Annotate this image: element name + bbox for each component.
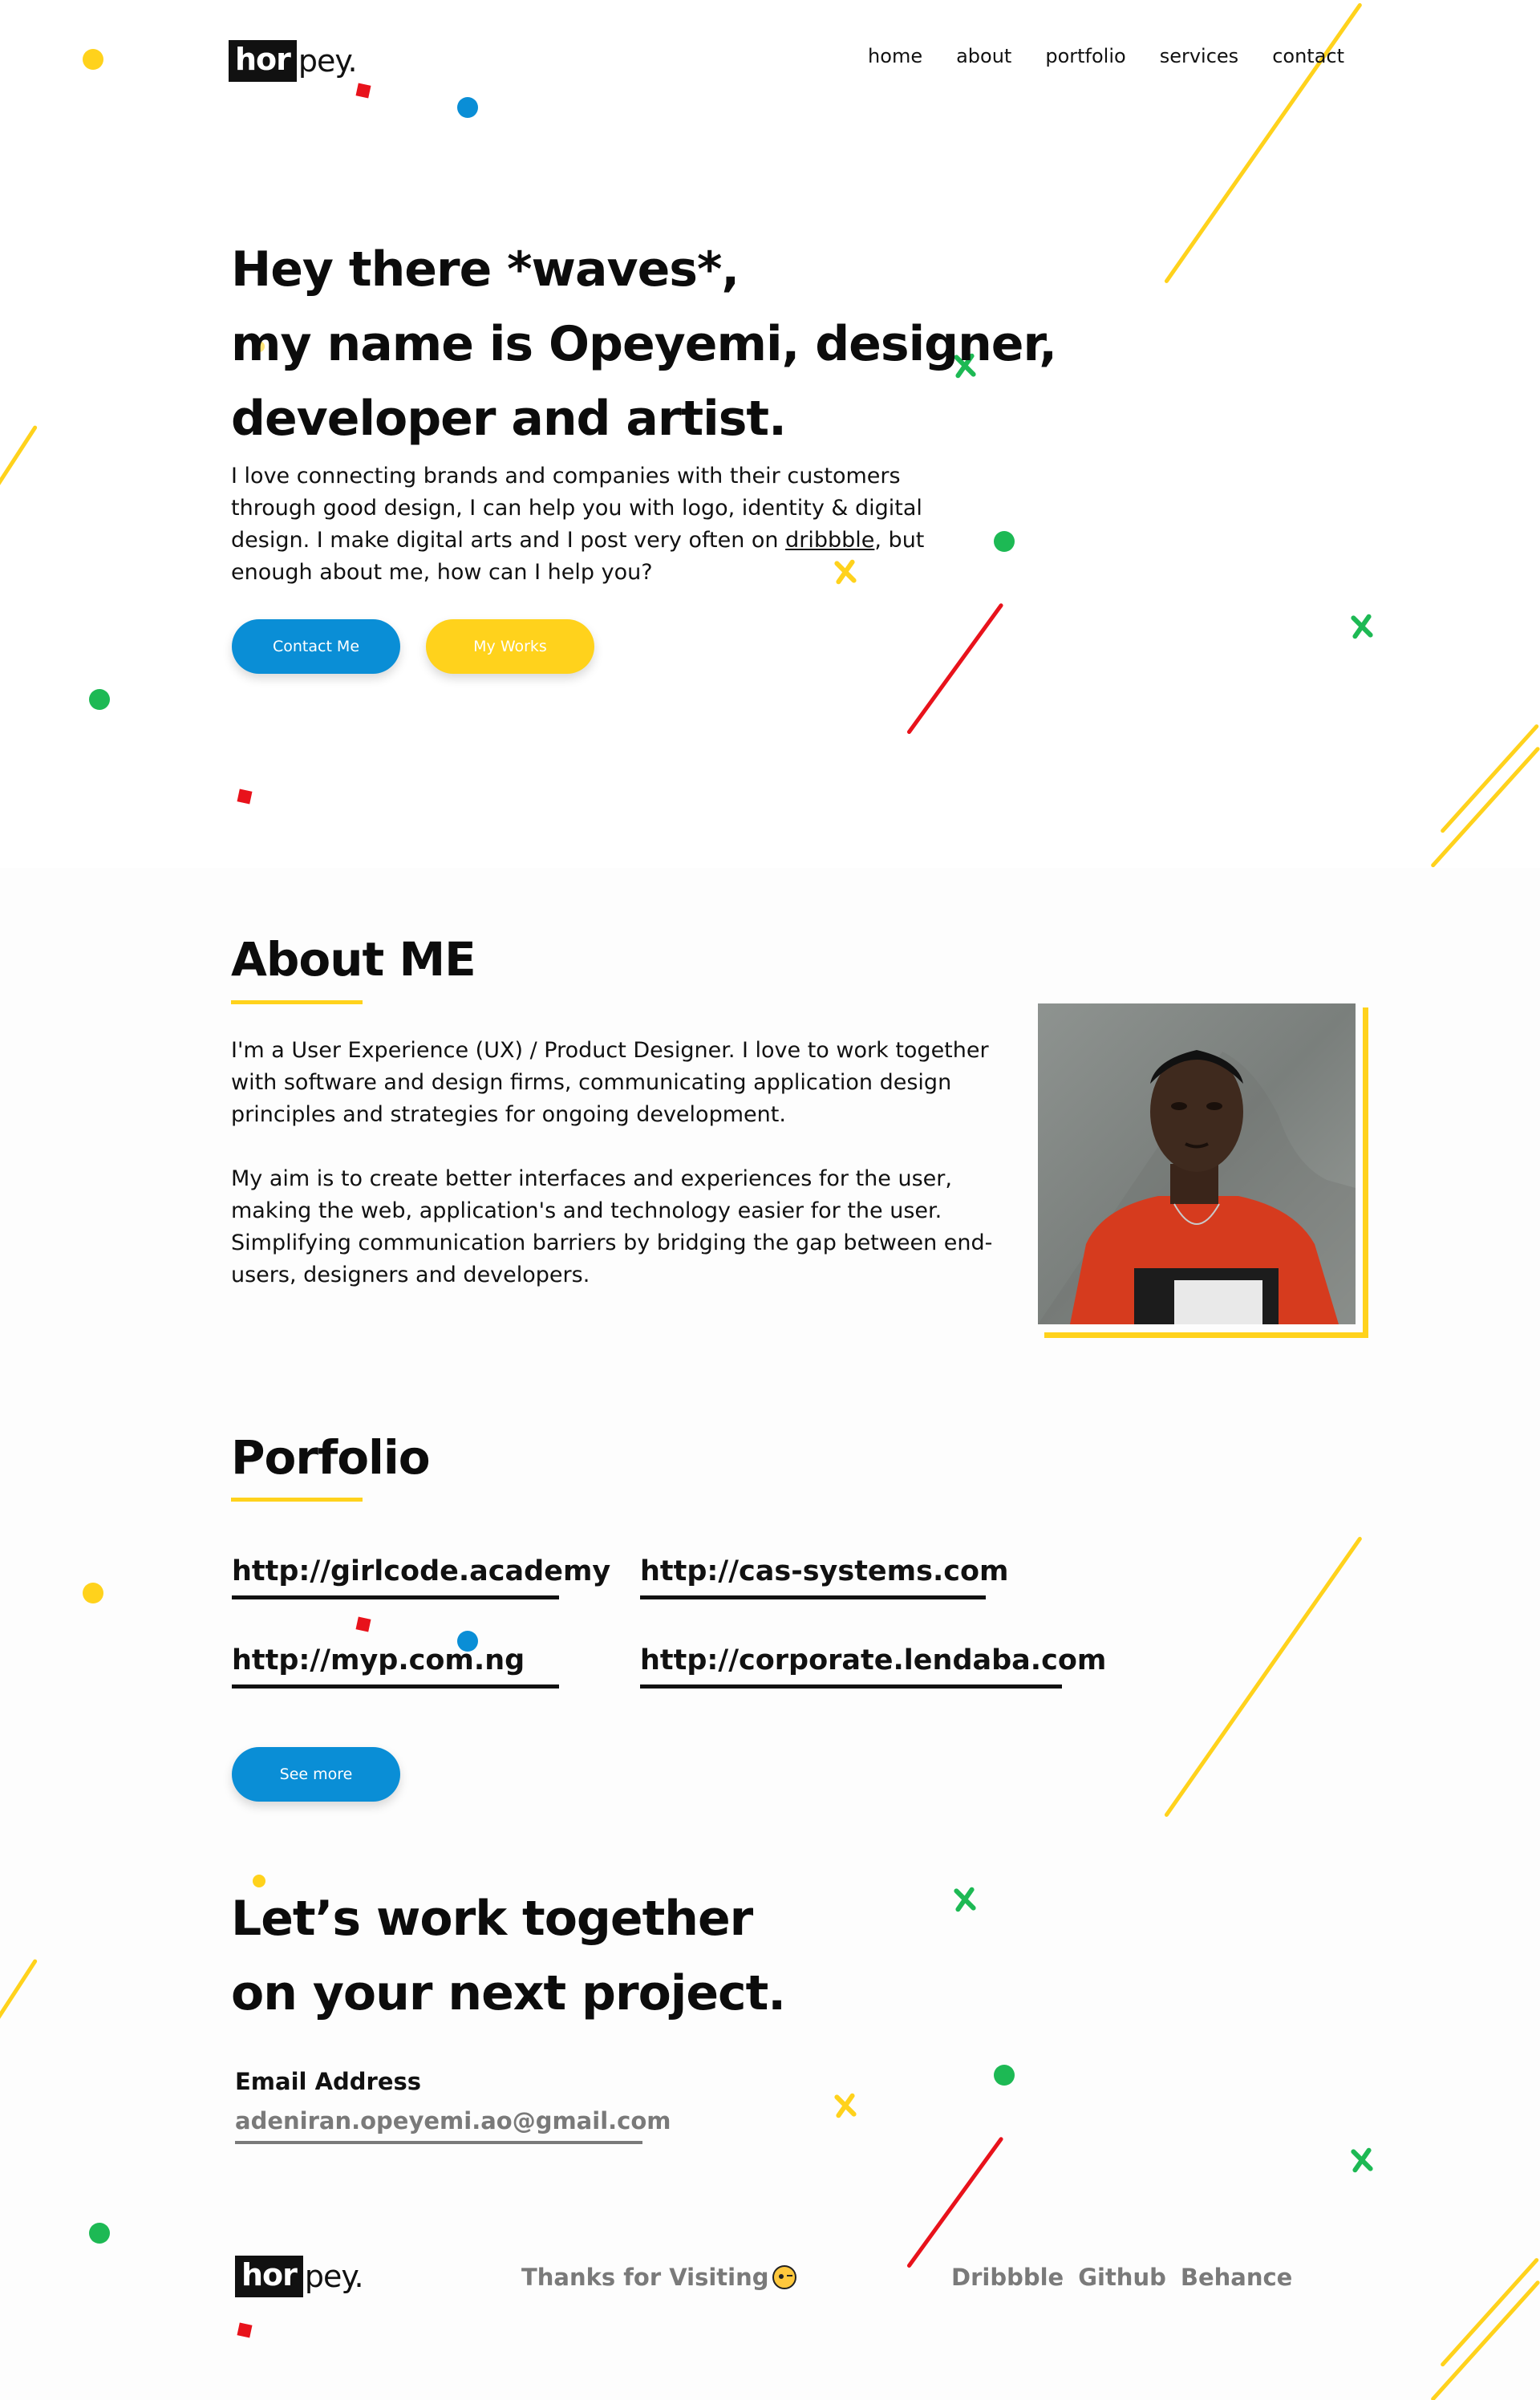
hero-heading-line: my name is Opeyemi, designer, <box>231 316 1057 372</box>
email-link[interactable]: adeniran.opeyemi.ao@gmail.com <box>235 2107 671 2144</box>
red-square <box>355 1616 371 1632</box>
contact-heading: Let’s work together on your next project… <box>231 1882 1113 2031</box>
green-dot <box>994 2065 1015 2086</box>
red-square <box>237 789 253 805</box>
yellow-cross <box>829 2090 861 2122</box>
about-paragraph: My aim is to create better interfaces an… <box>231 1166 993 1287</box>
dribbble-link[interactable]: dribbble <box>785 528 874 553</box>
footer-link-github[interactable]: Github <box>1078 2264 1166 2291</box>
logo[interactable]: hor pey. <box>229 40 358 82</box>
logo-tail-text: pey. <box>304 2259 364 2294</box>
hero-heading-line: Hey there *waves*, <box>231 241 740 298</box>
nav-item-portfolio[interactable]: portfolio <box>1045 45 1125 67</box>
about-text: I'm a User Experience (UX) / Product Des… <box>231 1035 1001 1291</box>
see-more-button[interactable]: See more <box>232 1747 400 1802</box>
logo-tail-text: pey. <box>298 43 358 79</box>
footer-link-dribbble[interactable]: Dribbble <box>951 2264 1064 2291</box>
email-label: Email Address <box>235 2068 422 2095</box>
hero-heading-line: developer and artist. <box>231 391 787 447</box>
portfolio-link-myp[interactable]: http://myp.com.ng <box>232 1644 559 1689</box>
contact-heading-line: on your next project. <box>231 1965 786 2021</box>
portfolio-title: Porfolio <box>231 1430 431 1485</box>
hero-intro: I love connecting brands and companies w… <box>231 460 953 589</box>
green-dot <box>89 689 110 710</box>
main-nav: home about portfolio services contact <box>868 45 1344 67</box>
winking-kiss-face-icon <box>772 2265 796 2289</box>
contact-me-button[interactable]: Contact Me <box>232 619 400 674</box>
red-square <box>237 2322 253 2338</box>
profile-photo <box>1038 1003 1356 1324</box>
about-paragraph: I'm a User Experience (UX) / Product Des… <box>231 1038 989 1127</box>
logo-box-text: hor <box>235 2256 303 2297</box>
footer-thanks: Thanks for Visiting <box>521 2264 796 2291</box>
nav-item-contact[interactable]: contact <box>1272 45 1344 67</box>
footer-links: Dribbble Github Behance <box>951 2264 1292 2291</box>
profile-photo-illustration <box>1038 1003 1356 1324</box>
blue-dot <box>457 97 478 118</box>
footer-link-behance[interactable]: Behance <box>1181 2264 1293 2291</box>
green-dot <box>89 2223 110 2244</box>
portfolio-link-lendaba[interactable]: http://corporate.lendaba.com <box>640 1644 1106 1689</box>
nav-item-home[interactable]: home <box>868 45 922 67</box>
green-dot <box>994 531 1015 552</box>
footer-thanks-text: Thanks for Visiting <box>521 2264 769 2291</box>
logo-box-text: hor <box>229 40 297 82</box>
portfolio-title-underline <box>231 1498 363 1502</box>
yellow-dot <box>83 49 103 70</box>
nav-item-about[interactable]: about <box>956 45 1011 67</box>
contact-heading-line: Let’s work together <box>231 1891 753 1947</box>
portfolio-link-girlcode[interactable]: http://girlcode.academy <box>232 1555 610 1599</box>
my-works-button[interactable]: My Works <box>426 619 594 674</box>
nav-item-services[interactable]: services <box>1160 45 1238 67</box>
green-cross <box>1346 610 1378 643</box>
yellow-dot <box>83 1583 103 1603</box>
footer-logo[interactable]: hor pey. <box>235 2256 364 2297</box>
green-cross <box>1346 2144 1378 2176</box>
portfolio-link-cas-systems[interactable]: http://cas-systems.com <box>640 1555 1009 1599</box>
hero-heading: Hey there *waves*, my name is Opeyemi, d… <box>231 233 1113 456</box>
about-title-underline <box>231 1000 363 1004</box>
about-title: About ME <box>231 932 476 987</box>
red-square <box>355 83 371 99</box>
